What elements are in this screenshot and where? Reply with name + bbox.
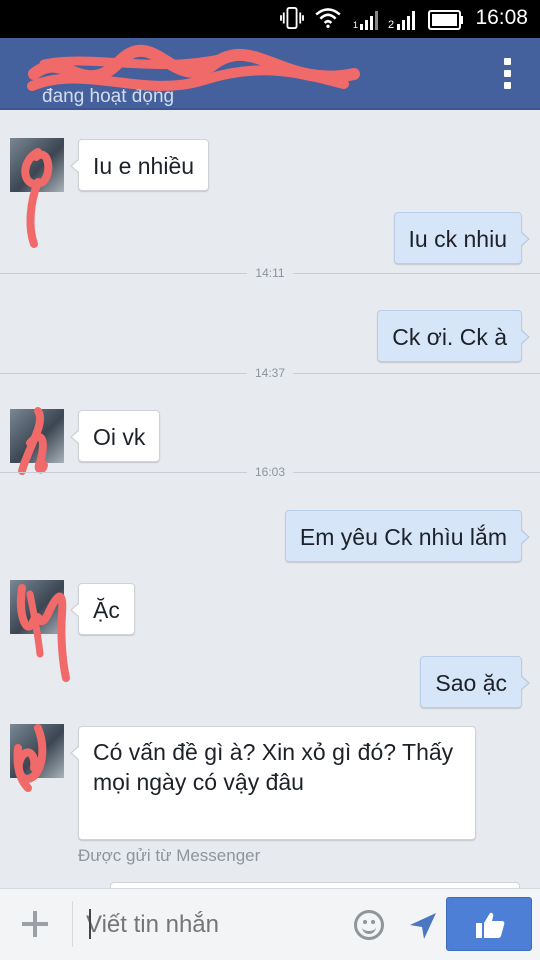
redaction-scribble (17, 584, 70, 682)
time-divider: 14:37 (0, 364, 540, 384)
vibrate-icon (280, 7, 304, 29)
avatar[interactable] (10, 580, 70, 682)
message-bubble-incoming[interactable]: Iu e nhiều (69, 139, 210, 191)
message-bubble-outgoing[interactable]: Sao ặc (420, 656, 530, 708)
message-input[interactable] (86, 907, 341, 943)
message-bubble-incoming[interactable]: Ặc (70, 583, 135, 635)
avatar[interactable] (10, 407, 64, 475)
message-composer (0, 888, 540, 960)
battery-icon (428, 10, 463, 30)
svg-text:1: 1 (353, 20, 358, 30)
message-bubble-outgoing[interactable]: Iu ck nhiu (393, 212, 531, 264)
avatar[interactable] (10, 724, 64, 792)
divider-time: 16:03 (246, 465, 294, 479)
divider-time: 14:37 (246, 366, 294, 380)
divider (72, 901, 73, 947)
message-bubble-outgoing[interactable]: Em yêu Ck nhìu lắm (284, 510, 531, 562)
sent-via-label: Được gửi từ Messenger (78, 846, 261, 865)
like-button[interactable] (446, 897, 532, 951)
like-icon (476, 912, 505, 938)
emoji-icon[interactable] (354, 910, 384, 940)
redaction-scribble (21, 148, 53, 248)
message-bubble-incoming[interactable]: Có vấn đề gì à? Xin xỏ gì đó? Thấy mọi n… (70, 726, 476, 840)
message-bubble-incoming[interactable]: Oi vk (69, 410, 161, 462)
plus-icon[interactable] (20, 909, 50, 939)
time-divider: 16:03 (0, 463, 540, 483)
signal-2-icon: 2 (388, 11, 415, 30)
status-bar: 1 2 16:08 (0, 0, 540, 38)
svg-text:2: 2 (388, 19, 394, 30)
overflow-menu-icon[interactable] (504, 58, 512, 92)
status-time: 16:08 (475, 6, 528, 29)
conversation-header: đang hoạt động (0, 38, 540, 110)
redaction-scribble (13, 724, 47, 792)
text-caret (89, 909, 91, 939)
wifi-icon (315, 8, 341, 28)
avatar[interactable] (10, 138, 64, 248)
redaction-scribble (27, 44, 360, 91)
send-icon[interactable] (408, 911, 438, 941)
divider-time: 14:11 (247, 266, 293, 280)
signal-1-icon: 1 (353, 11, 378, 30)
time-divider: 14:11 (0, 264, 540, 284)
message-bubble-outgoing[interactable]: Ck ơi. Ck à (377, 310, 530, 362)
